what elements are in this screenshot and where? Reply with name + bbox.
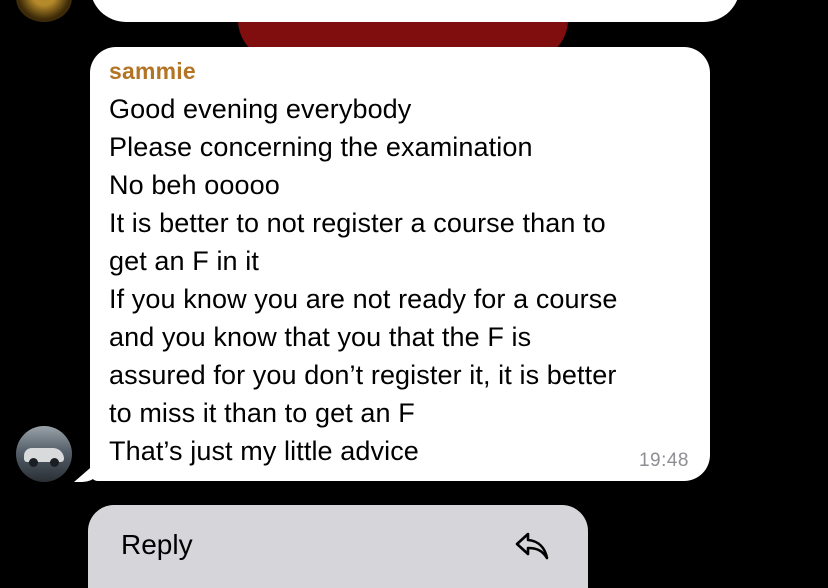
message-line: and you know that you that the F is <box>109 322 532 352</box>
message-line: Please concerning the examination <box>109 132 533 162</box>
previous-message-bubble[interactable] <box>90 0 740 22</box>
message-line: No beh ooooo <box>109 170 280 200</box>
sender-name[interactable]: sammie <box>109 57 690 85</box>
message-text: Good evening everybody Please concerning… <box>109 90 690 470</box>
message-line: Good evening everybody <box>109 94 412 124</box>
reply-arrow-icon <box>515 532 549 560</box>
message-line: That’s just my little advice <box>109 436 419 466</box>
message-timestamp: 19:48 <box>638 450 689 471</box>
avatar[interactable] <box>16 0 72 22</box>
reply-label: Reply <box>121 529 193 560</box>
message-bubble[interactable]: sammie Good evening everybody Please con… <box>90 47 710 481</box>
message-line: If you know you are not ready for a cour… <box>109 284 618 314</box>
avatar[interactable] <box>16 426 72 482</box>
car-wheel <box>29 458 38 467</box>
car-wheel <box>50 458 59 467</box>
message-line: get an F in it <box>109 246 259 276</box>
reply-button[interactable]: Reply <box>88 505 588 588</box>
chat-screen: ​ ​ sammie Good evening everybody Please… <box>0 0 828 588</box>
message-line: It is better to not register a course th… <box>109 208 606 238</box>
message-line: to miss it than to get an F <box>109 398 415 428</box>
message-line: assured for you don’t register it, it is… <box>109 360 617 390</box>
